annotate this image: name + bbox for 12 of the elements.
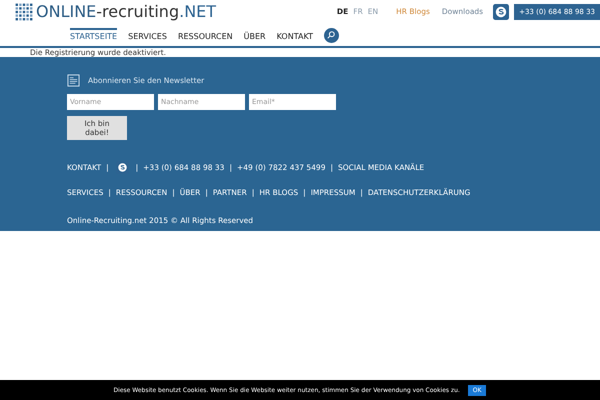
logo-icon	[15, 3, 33, 21]
newsletter-icon	[67, 74, 80, 87]
nav-link[interactable]: RESSOURCEN	[178, 28, 233, 42]
nav-link[interactable]: STARTSEITE	[70, 28, 118, 42]
logo-text[interactable]: ONLINE-recruiting.NET	[36, 4, 216, 20]
nav-link[interactable]: KONTAKT	[276, 28, 313, 42]
skype-icon[interactable]	[493, 4, 510, 20]
search-button[interactable]	[324, 28, 339, 42]
search-icon	[327, 31, 336, 39]
skype-icon[interactable]	[116, 161, 129, 174]
nav-link[interactable]: ÜBER	[244, 28, 266, 42]
nav-link[interactable]: SERVICES	[128, 28, 167, 42]
